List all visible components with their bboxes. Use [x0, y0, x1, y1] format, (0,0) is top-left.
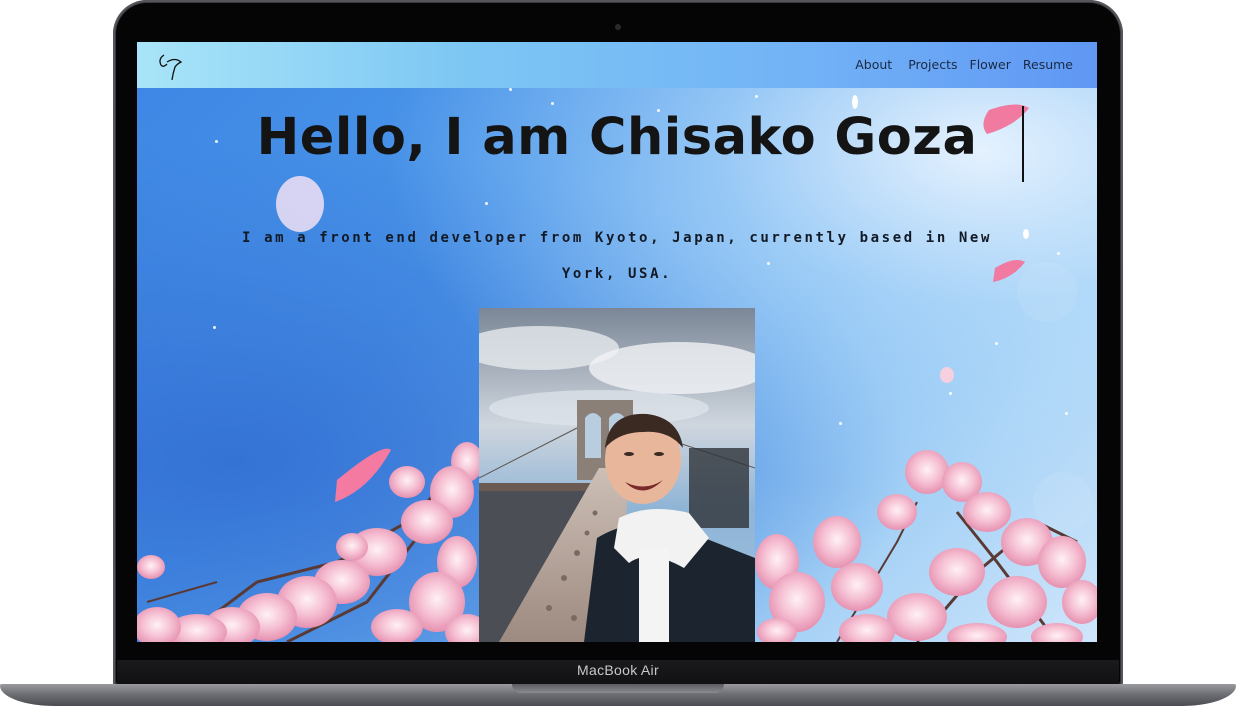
nav-about-link[interactable]: About	[855, 57, 892, 72]
camera-icon	[615, 24, 621, 30]
top-navbar: About Projects Flower Resume	[137, 42, 1097, 88]
hero-title: Hello, I am Chisako Goza	[256, 108, 978, 167]
hero-subtitle: I am a front end developer from Kyoto, J…	[242, 230, 992, 282]
typing-caret	[1022, 106, 1024, 182]
nav-flower-link[interactable]: Flower	[970, 57, 1011, 72]
nav-projects-link[interactable]: Projects	[908, 57, 957, 72]
device-model-label: MacBook Air	[577, 662, 659, 678]
portrait-photo	[479, 308, 755, 642]
cg-monogram-icon[interactable]	[155, 47, 185, 81]
website-screen: About Projects Flower Resume Hello, I am…	[137, 42, 1097, 642]
nav-resume-link[interactable]: Resume	[1023, 57, 1073, 72]
nav-links: About Projects Flower Resume	[855, 57, 1073, 72]
laptop-notch	[512, 684, 724, 693]
